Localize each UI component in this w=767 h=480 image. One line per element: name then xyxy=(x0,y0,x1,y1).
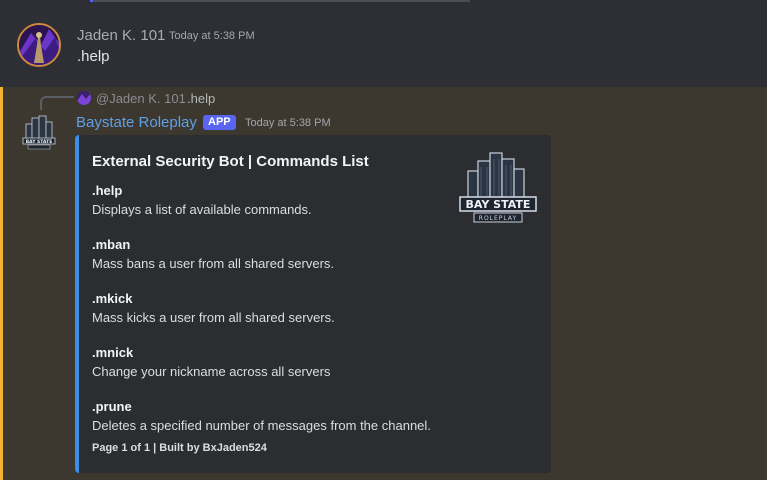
embed-field-mkick: .mkick Mass kicks a user from all shared… xyxy=(92,291,335,325)
field-value: Change your nickname across all servers xyxy=(92,364,331,379)
embed-field-help: .help Displays a list of available comma… xyxy=(92,183,312,217)
field-name: .mnick xyxy=(92,345,134,360)
field-value: Mass kicks a user from all shared server… xyxy=(92,310,335,325)
embed-thumbnail[interactable]: BAY STATE ROLEPLAY xyxy=(454,147,542,235)
reply-connector xyxy=(40,96,74,110)
username[interactable]: Jaden K. 101 xyxy=(77,27,165,44)
user-avatar[interactable] xyxy=(17,23,61,67)
thumbnail-text-sub: ROLEPLAY xyxy=(479,215,517,222)
field-name: .help xyxy=(92,183,123,198)
timestamp[interactable]: Today at 5:38 PM xyxy=(169,30,255,42)
bot-username[interactable]: Baystate Roleplay xyxy=(76,114,197,131)
svg-text:BAY STATE: BAY STATE xyxy=(26,139,53,145)
field-name: .prune xyxy=(92,399,132,414)
embed-footer: Page 1 of 1 | Built by BxJaden524 xyxy=(92,442,267,454)
message-content: .help xyxy=(77,48,110,65)
embed-field-mban: .mban Mass bans a user from all shared s… xyxy=(92,237,334,271)
embed-title: External Security Bot | Commands List xyxy=(92,153,369,170)
field-value: Mass bans a user from all shared servers… xyxy=(92,256,335,271)
reply-username[interactable]: @Jaden K. 101 xyxy=(96,91,186,106)
thumbnail-text-main: BAY STATE xyxy=(466,198,531,211)
embed-field-prune: .prune Deletes a specified number of mes… xyxy=(92,399,431,433)
embed-field-mnick: .mnick Change your nickname across all s… xyxy=(92,345,330,379)
app-badge: APP xyxy=(203,115,236,130)
previous-embed-accent xyxy=(90,0,93,2)
timestamp[interactable]: Today at 5:38 PM xyxy=(245,117,331,129)
previous-embed-edge xyxy=(90,0,470,2)
reply-content[interactable]: .help xyxy=(187,91,215,106)
message-jaden: Jaden K. 101 Today at 5:38 PM .help xyxy=(0,0,767,87)
field-name: .mban xyxy=(92,237,131,252)
embed-card: External Security Bot | Commands List .h… xyxy=(75,135,551,473)
mention-highlight-bar xyxy=(0,87,3,480)
bot-avatar[interactable]: BAY STATE xyxy=(17,112,61,156)
reply-avatar[interactable] xyxy=(77,91,91,105)
field-value: Deletes a specified number of messages f… xyxy=(92,418,431,433)
field-value: Displays a list of available commands. xyxy=(92,202,312,217)
field-name: .mkick xyxy=(92,291,133,306)
